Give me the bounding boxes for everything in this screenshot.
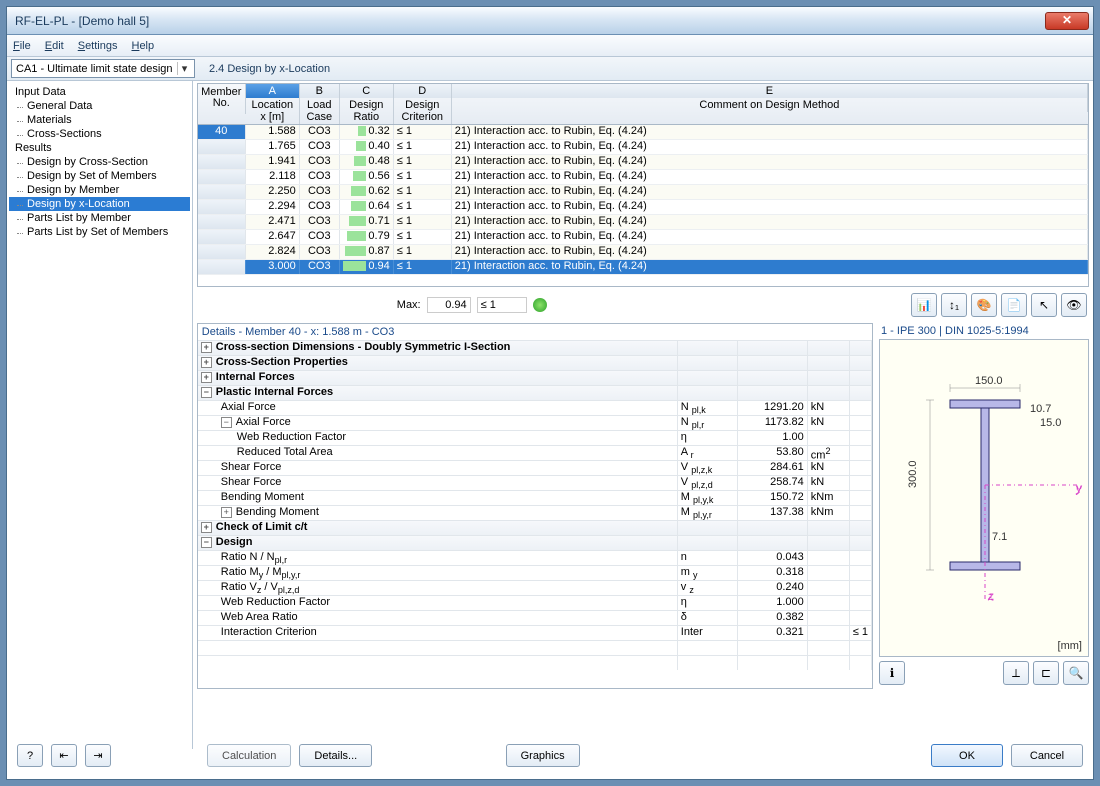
- tree-design-member[interactable]: Design by Member: [9, 183, 190, 197]
- main-panel: Member No. ALocation x [m] BLoad Case CD…: [193, 81, 1093, 749]
- svg-text:300.0: 300.0: [907, 460, 919, 488]
- col-b[interactable]: B: [300, 84, 340, 98]
- max-label: Max:: [397, 299, 421, 311]
- table-row[interactable]: 2.824CO30.87≤ 121) Interaction acc. to R…: [198, 245, 1088, 260]
- next-button[interactable]: ⇥: [85, 744, 111, 767]
- details-panel: Details - Member 40 - x: 1.588 m - CO3 +…: [197, 323, 873, 689]
- cross-section-graphic: 150.0 300.0 10.7 15.0 7.1 y z [mm]: [879, 339, 1089, 657]
- tree-results[interactable]: Results: [9, 141, 190, 155]
- case-combo[interactable]: CA1 - Ultimate limit state design ▾: [11, 59, 195, 78]
- tree-input-data[interactable]: Input Data: [9, 85, 190, 99]
- ok-button[interactable]: OK: [931, 744, 1003, 767]
- app-window: RF-EL-PL - [Demo hall 5] ✕ File Edit Set…: [6, 6, 1094, 780]
- menu-edit[interactable]: Edit: [45, 40, 64, 52]
- details-table: +Cross-section Dimensions - Doubly Symme…: [198, 340, 872, 688]
- bottom-bar: ? ⇤ ⇥ Calculation Details... Graphics OK…: [17, 744, 1083, 767]
- svg-text:y: y: [1076, 483, 1082, 495]
- window-title: RF-EL-PL - [Demo hall 5]: [11, 14, 1045, 28]
- titlebar: RF-EL-PL - [Demo hall 5] ✕: [7, 7, 1093, 35]
- table-row[interactable]: 2.118CO30.56≤ 121) Interaction acc. to R…: [198, 170, 1088, 185]
- menu-settings[interactable]: Settings: [78, 40, 118, 52]
- colors-icon-button[interactable]: 🎨: [971, 293, 997, 317]
- table-row[interactable]: 2.647CO30.79≤ 121) Interaction acc. to R…: [198, 230, 1088, 245]
- tree-design-x-location[interactable]: Design by x-Location: [9, 197, 190, 211]
- svg-text:7.1: 7.1: [992, 531, 1007, 543]
- tree-parts-member[interactable]: Parts List by Member: [9, 211, 190, 225]
- view-icon-button[interactable]: 👁: [1061, 293, 1087, 317]
- col-c[interactable]: C: [340, 84, 394, 98]
- max-crit: ≤ 1: [477, 297, 527, 313]
- case-combo-text: CA1 - Ultimate limit state design: [16, 63, 173, 75]
- main-title: 2.4 Design by x-Location: [203, 63, 330, 75]
- prev-button[interactable]: ⇤: [51, 744, 77, 767]
- details-title: Details - Member 40 - x: 1.588 m - CO3: [198, 324, 872, 340]
- col-e[interactable]: E: [452, 84, 1088, 98]
- table-row[interactable]: 2.294CO30.64≤ 121) Interaction acc. to R…: [198, 200, 1088, 215]
- table-row[interactable]: 401.588CO30.32≤ 121) Interaction acc. to…: [198, 125, 1088, 140]
- cross-section-panel: 1 - IPE 300 | DIN 1025-5:1994: [879, 323, 1089, 689]
- table-body: 401.588CO30.32≤ 121) Interaction acc. to…: [198, 125, 1088, 275]
- cancel-button[interactable]: Cancel: [1011, 744, 1083, 767]
- dim-width: 150.0: [975, 375, 1003, 387]
- tree-materials[interactable]: Materials: [9, 113, 190, 127]
- chevron-down-icon: ▾: [177, 62, 192, 75]
- details-button[interactable]: Details...: [299, 744, 372, 767]
- svg-text:z: z: [988, 591, 994, 603]
- max-row: Max: 0.94 ≤ 1 📊 ↕₁ 🎨 📄 ↖ 👁: [193, 289, 1093, 321]
- zoom-icon-button[interactable]: 🔍: [1063, 661, 1089, 685]
- dimension-icon-button[interactable]: ⊏: [1033, 661, 1059, 685]
- col-member-no[interactable]: Member No.: [198, 84, 246, 114]
- axis-icon-button[interactable]: ⟂: [1003, 661, 1029, 685]
- status-ok-icon: [533, 298, 547, 312]
- svg-text:10.7: 10.7: [1030, 403, 1051, 415]
- help-button[interactable]: ?: [17, 744, 43, 767]
- table-row[interactable]: 2.250CO30.62≤ 121) Interaction acc. to R…: [198, 185, 1088, 200]
- calculation-button[interactable]: Calculation: [207, 744, 291, 767]
- tree-design-set-members[interactable]: Design by Set of Members: [9, 169, 190, 183]
- cross-unit: [mm]: [1058, 640, 1082, 652]
- menu-file[interactable]: File: [13, 40, 31, 52]
- toolbar: CA1 - Ultimate limit state design ▾ 2.4 …: [7, 57, 1093, 81]
- col-comment: Comment on Design Method: [452, 98, 1088, 112]
- svg-text:15.0: 15.0: [1040, 417, 1061, 429]
- info-icon-button[interactable]: ℹ: [879, 661, 905, 685]
- tree-parts-set-members[interactable]: Parts List by Set of Members: [9, 225, 190, 239]
- menubar: File Edit Settings Help: [7, 35, 1093, 57]
- table-row[interactable]: 3.000CO30.94≤ 121) Interaction acc. to R…: [198, 260, 1088, 275]
- cross-section-title: 1 - IPE 300 | DIN 1025-5:1994: [879, 323, 1089, 339]
- tree-cross-sections[interactable]: Cross-Sections: [9, 127, 190, 141]
- col-designcrit: Design Criterion: [394, 98, 452, 124]
- table-row[interactable]: 1.765CO30.40≤ 121) Interaction acc. to R…: [198, 140, 1088, 155]
- col-d[interactable]: D: [394, 84, 452, 98]
- tree-design-cross-section[interactable]: Design by Cross-Section: [9, 155, 190, 169]
- sidebar: Input Data General Data Materials Cross-…: [7, 81, 193, 749]
- table-row[interactable]: 1.941CO30.48≤ 121) Interaction acc. to R…: [198, 155, 1088, 170]
- export-icon-button[interactable]: 📄: [1001, 293, 1027, 317]
- sort-icon-button[interactable]: ↕₁: [941, 293, 967, 317]
- close-button[interactable]: ✕: [1045, 12, 1089, 30]
- graphics-button[interactable]: Graphics: [506, 744, 580, 767]
- max-ratio: 0.94: [427, 297, 471, 313]
- col-loadcase: Load Case: [300, 98, 340, 124]
- menu-help[interactable]: Help: [131, 40, 154, 52]
- col-location: Location x [m]: [246, 98, 300, 124]
- col-a[interactable]: A: [246, 84, 300, 98]
- filter-icon-button[interactable]: 📊: [911, 293, 937, 317]
- pick-icon-button[interactable]: ↖: [1031, 293, 1057, 317]
- results-table: Member No. ALocation x [m] BLoad Case CD…: [197, 83, 1089, 287]
- col-designratio: Design Ratio: [340, 98, 394, 124]
- table-row[interactable]: 2.471CO30.71≤ 121) Interaction acc. to R…: [198, 215, 1088, 230]
- tree-general-data[interactable]: General Data: [9, 99, 190, 113]
